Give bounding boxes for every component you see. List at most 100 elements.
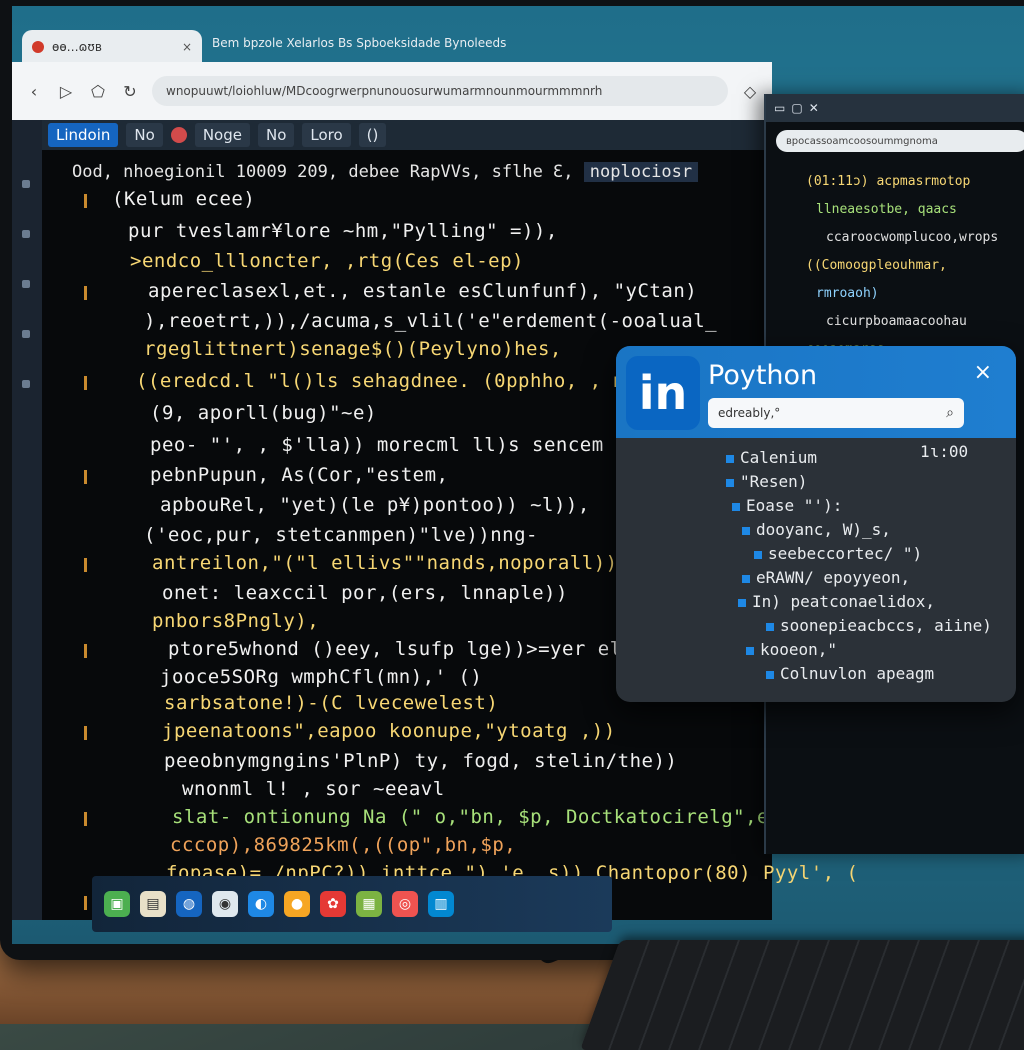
gutter-marker bbox=[84, 726, 87, 740]
globe-icon[interactable]: ◍ bbox=[176, 891, 202, 917]
code-line: slat- ontionung Na (" o,"bn, $p, Doctkat… bbox=[172, 806, 781, 828]
side-code-line: (01:11ɔ) acpmasrmotop bbox=[806, 174, 971, 189]
file-icon[interactable]: ▣ bbox=[104, 891, 130, 917]
code-line: jooce5SORg wmphCfl(mn),' () bbox=[160, 666, 483, 688]
gutter-marker bbox=[84, 896, 87, 910]
browser-tab[interactable]: ɵɵ…ɷʊʙ × bbox=[22, 30, 202, 64]
maximize-icon[interactable]: ▢ bbox=[791, 101, 802, 115]
tab-parens[interactable]: () bbox=[358, 123, 387, 147]
code-line: peeobnymgngins'PlnP) ty, fogd, stelin/th… bbox=[164, 750, 678, 772]
popup-list-item-label: eRAWN/ epoyyeon, bbox=[756, 568, 911, 587]
side-code-line: ccaroocwomplucoo,wrops bbox=[826, 230, 999, 245]
gutter-marker bbox=[84, 812, 87, 826]
activity-icon[interactable] bbox=[22, 380, 30, 388]
popup-search-value: edreably,° bbox=[718, 406, 781, 420]
list-bullet-icon bbox=[766, 622, 774, 631]
search-icon[interactable]: ⌕ bbox=[946, 405, 954, 421]
store-icon[interactable]: ▦ bbox=[356, 891, 382, 917]
mail-icon[interactable]: ▥ bbox=[428, 891, 454, 917]
list-bullet-icon bbox=[738, 598, 746, 607]
popup-close-icon[interactable]: × bbox=[974, 360, 992, 385]
gutter-marker bbox=[84, 286, 87, 300]
popup-list-item[interactable]: kooeon," bbox=[746, 640, 837, 659]
popup-time: 1ɩ:00 bbox=[920, 442, 969, 461]
keyboard bbox=[579, 940, 1024, 1050]
popup-list-item[interactable]: soonepieacbccs, aiine) bbox=[766, 616, 992, 635]
side-code-line: rmroaoh) bbox=[816, 286, 879, 301]
media-icon[interactable]: ● bbox=[284, 891, 310, 917]
popup-list-item[interactable]: "Resen) bbox=[726, 472, 807, 491]
popup-list-item[interactable]: Calenium bbox=[726, 448, 817, 467]
side-url-input[interactable]: ʙpocassoamcoosoummgnoma bbox=[776, 130, 1024, 152]
browser-tab-2-title[interactable]: Bem bpzole Xelarlos Bs Spboeksidade Byno… bbox=[212, 36, 506, 50]
code-line: apbouRel, "yet)(le p¥)pontoo)) ~l)), bbox=[160, 494, 590, 516]
code-line: ('eoc,pur, stetcanmpen)"lve))nng- bbox=[144, 524, 538, 546]
tab-no[interactable]: No bbox=[126, 123, 163, 147]
editor-status-line: Ood, nhoegionil 10009 209, debee RapVVs,… bbox=[72, 162, 699, 182]
tab-lindoin[interactable]: Lindoin bbox=[48, 123, 119, 147]
taskbar: ▣ ▤ ◍ ◉ ◐ ● ✿ ▦ ◎ ▥ bbox=[92, 876, 612, 932]
tab-loro[interactable]: Loro bbox=[302, 123, 351, 147]
forward-icon[interactable]: ▷ bbox=[56, 82, 76, 101]
record-icon[interactable] bbox=[170, 127, 187, 143]
popup-list-item-label: Colnuvlon apeagm bbox=[780, 664, 935, 683]
code-line: (Kelum ecee) bbox=[112, 188, 256, 210]
gutter-marker bbox=[84, 644, 87, 658]
refresh-icon[interactable]: ↻ bbox=[120, 82, 140, 101]
popup-list-item[interactable]: Colnuvlon apeagm bbox=[766, 664, 934, 683]
url-input[interactable]: wnopuuwt/loiohluw/MDcoogrwerpnunouosurwu… bbox=[152, 76, 728, 106]
close-icon[interactable]: ✕ bbox=[809, 101, 819, 115]
code-line: peo- "', , $'lla)) morecml ll)s sencem "… bbox=[150, 434, 688, 456]
tab-close-icon[interactable]: × bbox=[182, 40, 192, 54]
code-line: cccop),869825km(,((op",bn,$p, bbox=[170, 834, 517, 856]
gutter-marker bbox=[84, 194, 87, 208]
code-line: antreilon,"("l ellivs""nands,noporall)) bbox=[152, 552, 618, 574]
code-line: onet: leaxccil por,(ers, lnnaple)) bbox=[162, 582, 568, 604]
back-icon[interactable]: ‹ bbox=[24, 82, 44, 101]
chrome-icon[interactable]: ◉ bbox=[212, 891, 238, 917]
popup-list-item[interactable]: seebeccortec/ ") bbox=[754, 544, 922, 563]
activity-icon[interactable] bbox=[22, 280, 30, 288]
notes-icon[interactable]: ▤ bbox=[140, 891, 166, 917]
tab-no-2[interactable]: No bbox=[257, 123, 295, 147]
code-line: pnbors8Pngly), bbox=[152, 610, 320, 632]
tab-noge[interactable]: Noge bbox=[194, 123, 250, 147]
settings-icon[interactable]: ◇ bbox=[740, 82, 760, 101]
popup-list-item-label: Calenium bbox=[740, 448, 818, 467]
popup-list-item-label: seebeccortec/ ") bbox=[768, 544, 923, 563]
popup-list-item[interactable]: dooyanc, W)_s, bbox=[742, 520, 891, 539]
popup-list-item-label: Eoase "'): bbox=[746, 496, 843, 515]
popup-header: in Poython × edreably,° ⌕ bbox=[616, 346, 1016, 438]
code-line: >endco_llloncter, ,rtg(Ces el-ep) bbox=[130, 250, 524, 272]
list-bullet-icon bbox=[746, 646, 754, 655]
monitor: ɵɵ…ɷʊʙ × Bem bpzole Xelarlos Bs Spboeksi… bbox=[0, 0, 1024, 960]
popup-list-item-label: "Resen) bbox=[740, 472, 808, 491]
home-icon[interactable]: ⬠ bbox=[88, 82, 108, 101]
photos-icon[interactable]: ✿ bbox=[320, 891, 346, 917]
code-line: wnonml l! , sor ~eeavl bbox=[182, 778, 445, 800]
popup-list-item[interactable]: eRAWN/ epoyyeon, bbox=[742, 568, 910, 587]
office-icon[interactable]: ◎ bbox=[392, 891, 418, 917]
popup-title: Poython bbox=[708, 360, 818, 391]
minimize-icon[interactable]: ▭ bbox=[774, 101, 785, 115]
side-window-header: ▭ ▢ ✕ bbox=[766, 94, 1024, 122]
activity-icon[interactable] bbox=[22, 230, 30, 238]
code-line: (9, aporll(bug)"~e) bbox=[150, 402, 377, 424]
editor-tabs: Lindoin No Noge No Loro () bbox=[42, 120, 772, 150]
code-line: jpeenatoons",eapoo koonupe,"ytoatg ,)) bbox=[162, 720, 616, 742]
popup-list-item-label: kooeon," bbox=[760, 640, 838, 659]
activity-icon[interactable] bbox=[22, 180, 30, 188]
list-bullet-icon bbox=[766, 670, 774, 679]
list-bullet-icon bbox=[726, 454, 734, 463]
code-line: sarbsatone!)-(C lvecewelest) bbox=[164, 692, 499, 714]
popup-list-item[interactable]: In) peatconaelidox, bbox=[738, 592, 935, 611]
edge-icon[interactable]: ◐ bbox=[248, 891, 274, 917]
activity-bar bbox=[12, 120, 42, 920]
code-line: ),reoetrt,)),/acuma,s_vlil('e"erdement(-… bbox=[144, 310, 718, 332]
linkedin-logo-icon[interactable]: in bbox=[626, 356, 700, 430]
popup-search-input[interactable]: edreably,° ⌕ bbox=[708, 398, 964, 428]
code-line: pur tveslamr¥lore ~hm,"Pylling" =)), bbox=[128, 220, 558, 242]
side-code-line: ((Comoogpleouhmar, bbox=[806, 258, 947, 273]
popup-list-item[interactable]: Eoase "'): bbox=[732, 496, 842, 515]
activity-icon[interactable] bbox=[22, 330, 30, 338]
